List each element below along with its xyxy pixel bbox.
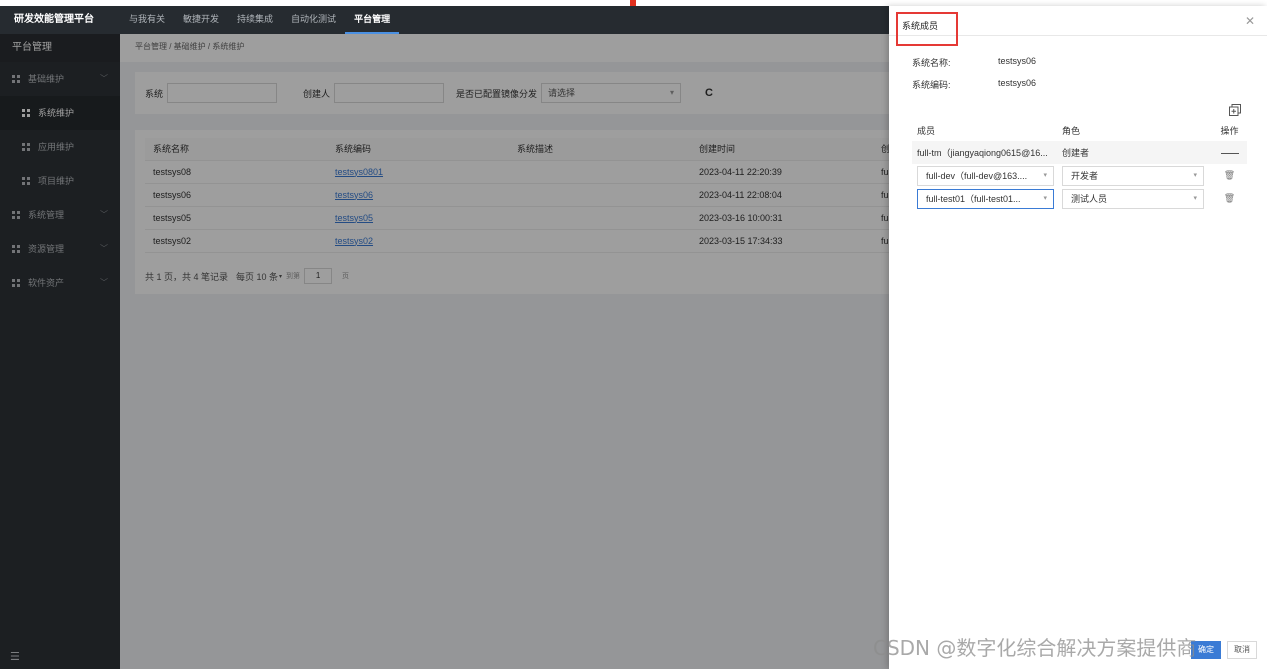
system-name-value: testsys06 — [998, 56, 1037, 66]
member-select-value: full-test01（full-test01... — [926, 193, 1021, 204]
member-role: 创建者 — [1062, 148, 1090, 158]
nav-agile[interactable]: 敏捷开发 — [174, 6, 228, 34]
drawer-header: 系统成员 ✕ — [889, 6, 1267, 46]
members-table: 成员 角色 操作 full-tm（jiangyaqiong0615@16... … — [912, 119, 1247, 210]
role-select[interactable]: 开发者 ▾ — [1062, 165, 1204, 186]
chevron-down-icon: ▾ — [1043, 171, 1047, 179]
delete-icon[interactable]: 🗑 — [1224, 170, 1235, 180]
chevron-down-icon: ▾ — [1193, 171, 1197, 179]
chevron-down-icon: ▾ — [1043, 194, 1047, 202]
no-action — [1212, 148, 1247, 158]
member-row: full-dev（full-dev@163.... ▾ 开发者 ▾ 🗑 — [912, 164, 1247, 187]
member-select[interactable]: full-dev（full-dev@163.... ▾ — [917, 165, 1054, 186]
col-action: 操作 — [1220, 125, 1239, 136]
nav-platform[interactable]: 平台管理 — [345, 6, 400, 34]
col-role: 角色 — [1062, 125, 1081, 136]
system-members-drawer: 系统成员 ✕ 系统名称: testsys06 系统编码: testsys06 成… — [889, 6, 1267, 669]
col-member: 成员 — [917, 125, 936, 136]
nav-ci[interactable]: 持续集成 — [228, 6, 282, 34]
modal-overlay[interactable] — [0, 34, 890, 669]
delete-icon[interactable]: 🗑 — [1224, 193, 1235, 203]
add-member-icon[interactable] — [1229, 104, 1241, 116]
member-row: full-tm（jiangyaqiong0615@16... 创建者 — [912, 141, 1247, 164]
close-icon[interactable]: ✕ — [1245, 14, 1255, 28]
role-select-value: 开发者 — [1071, 170, 1099, 181]
system-code-value: testsys06 — [998, 78, 1037, 88]
dash-icon — [1220, 152, 1239, 154]
brand-title: 研发效能管理平台 — [14, 14, 94, 25]
system-code-label: 系统编码: — [912, 80, 951, 90]
nav-autotest[interactable]: 自动化测试 — [282, 6, 345, 34]
top-nav: 与我有关 敏捷开发 持续集成 自动化测试 平台管理 — [120, 6, 400, 34]
system-name-label: 系统名称: — [912, 58, 951, 68]
cancel-button[interactable]: 取消 — [1227, 641, 1257, 659]
role-select[interactable]: 测试人员 ▾ — [1062, 188, 1204, 209]
member-select[interactable]: full-test01（full-test01... ▾ — [917, 188, 1054, 209]
system-code-row: 系统编码: testsys06 — [912, 78, 1036, 91]
nav-related[interactable]: 与我有关 — [120, 6, 174, 34]
member-row: full-test01（full-test01... ▾ 测试人员 ▾ 🗑 — [912, 187, 1247, 210]
system-name-row: 系统名称: testsys06 — [912, 56, 1036, 69]
members-header-row: 成员 角色 操作 — [912, 119, 1247, 141]
chevron-down-icon: ▾ — [1193, 194, 1197, 202]
member-select-value: full-dev（full-dev@163.... — [926, 170, 1028, 181]
watermark: CSDN @数字化综合解决方案提供商 — [873, 636, 1197, 660]
member-name: full-tm（jiangyaqiong0615@16... — [917, 148, 1048, 158]
role-select-value: 测试人员 — [1071, 193, 1108, 204]
drawer-title: 系统成员 — [896, 12, 958, 46]
